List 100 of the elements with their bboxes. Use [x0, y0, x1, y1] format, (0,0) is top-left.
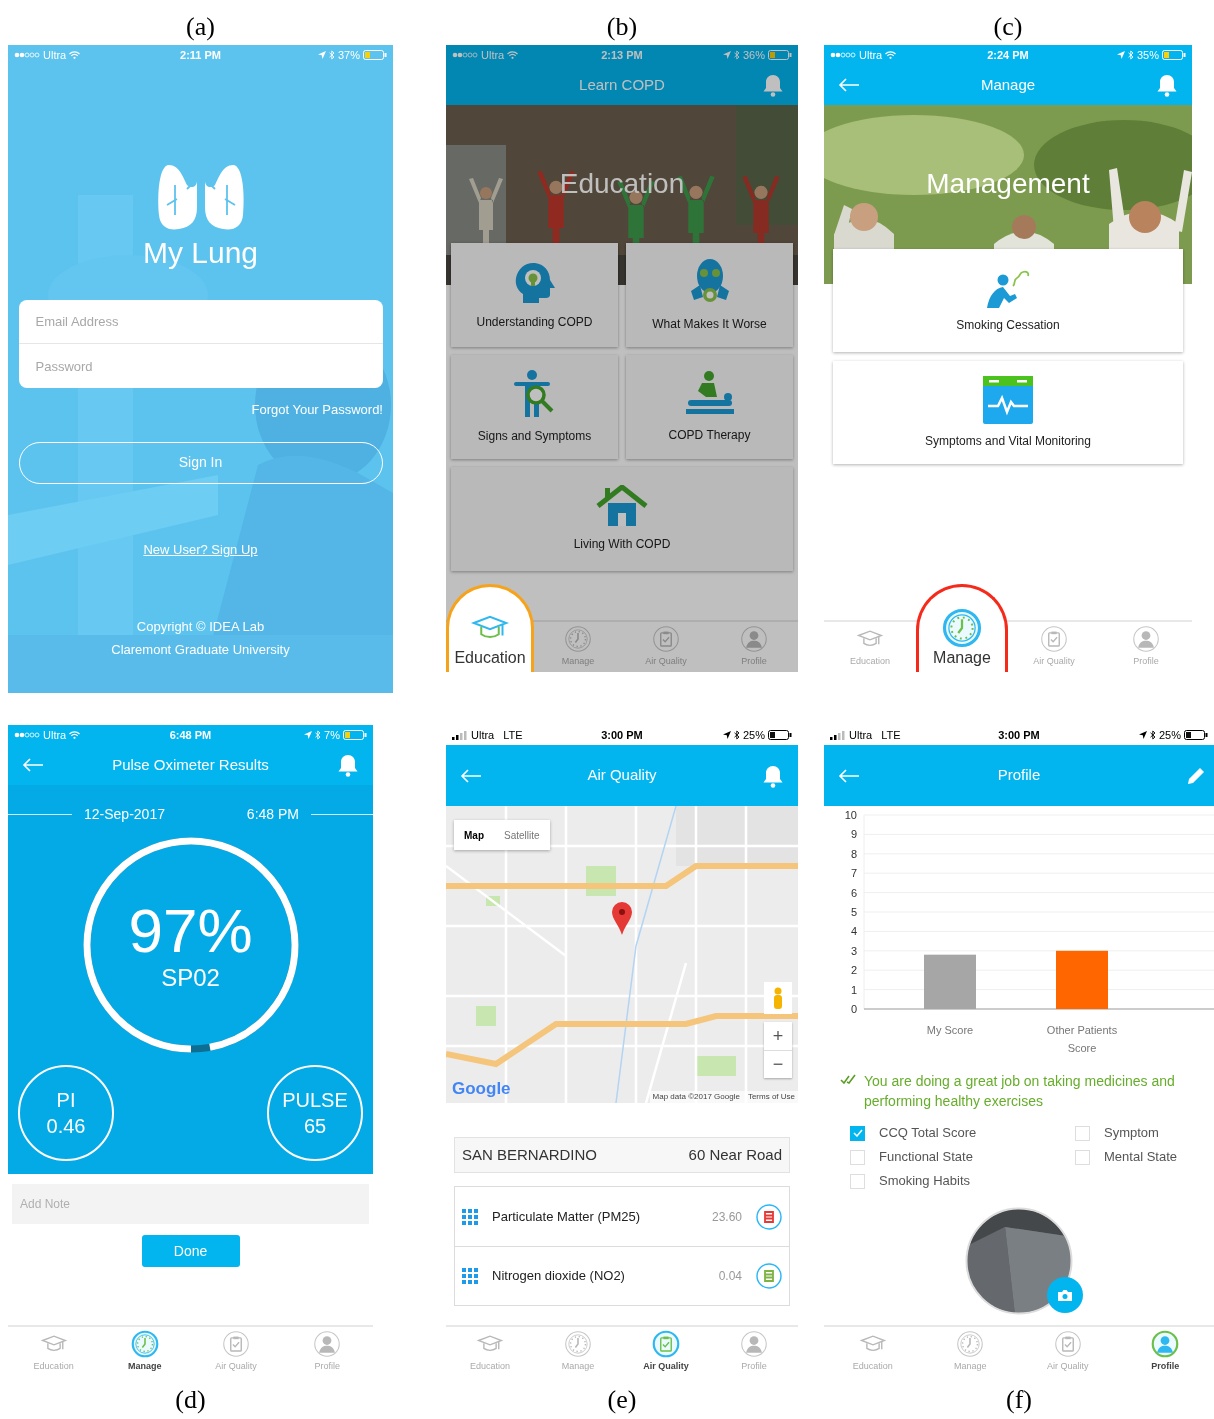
pegman-icon[interactable]: [764, 982, 792, 1014]
tab[interactable]: Air Quality: [1008, 622, 1100, 672]
gauge-label: SP02: [161, 964, 220, 992]
status-time: 2:13 PM: [601, 47, 643, 63]
figure-caption: (b): [605, 12, 639, 42]
clipboard-icon: [1040, 625, 1068, 654]
bell-icon[interactable]: [337, 753, 359, 777]
note-field[interactable]: Add Note: [12, 1184, 369, 1224]
tab[interactable]: Education: [824, 1327, 922, 1377]
clipboard-icon: [222, 1330, 251, 1359]
done-button[interactable]: Done: [141, 1235, 240, 1267]
back-icon[interactable]: [460, 768, 482, 783]
sign-up-link[interactable]: New User? Sign Up: [143, 539, 258, 559]
checkbox[interactable]: [1075, 1125, 1090, 1141]
bell-icon[interactable]: [1156, 73, 1178, 97]
battery-icon: [768, 730, 792, 740]
tick-label: 8: [850, 847, 857, 860]
screen-title: Air Quality: [587, 765, 657, 786]
carrier-name: Ultra: [859, 47, 883, 63]
tab[interactable]: Profile: [710, 622, 798, 672]
banner-title: Management: [926, 167, 1090, 201]
person-icon: [740, 1330, 768, 1359]
checkbox-label: Symptom: [1104, 1124, 1159, 1143]
pollutant-name: Particulate Matter (PM25): [492, 1207, 641, 1226]
carrier-name: Ultra: [471, 727, 495, 743]
map-toggle[interactable]: Map: [454, 820, 494, 850]
checkbox[interactable]: [1075, 1149, 1090, 1165]
screen-title: Profile: [997, 765, 1041, 786]
feature-card[interactable]: Smoking Cessation: [833, 249, 1183, 352]
tab[interactable]: Education: [446, 1327, 534, 1377]
status-icon: [756, 1263, 782, 1289]
score-bar: [924, 954, 976, 1009]
back-icon[interactable]: [22, 758, 44, 772]
status-time: 3:00 PM: [998, 727, 1040, 743]
tick-label: 9: [850, 828, 857, 841]
status-time: 6:48 PM: [169, 727, 212, 743]
topic-tile[interactable]: COPD Therapy: [626, 355, 793, 459]
person-icon: [313, 1330, 342, 1359]
battery-percent: 25%: [742, 727, 765, 743]
topic-tile[interactable]: Signs and Symptoms: [451, 355, 618, 459]
station-site: 60 Near Road: [688, 1144, 782, 1165]
checkbox-label: CCQ Total Score: [879, 1124, 977, 1143]
tab[interactable]: Education: [446, 584, 534, 672]
app-title: My Lung: [142, 235, 259, 271]
tab[interactable]: Manage: [99, 1327, 191, 1377]
screen-title: Manage: [980, 74, 1036, 95]
screen-title: Pulse Oximeter Results: [112, 754, 269, 775]
back-icon[interactable]: [838, 78, 860, 92]
bluetooth-icon: [315, 730, 322, 740]
signal-icon: [452, 52, 478, 58]
back-icon[interactable]: [838, 768, 860, 783]
clock-icon: [564, 1330, 592, 1359]
screen-title: Learn COPD: [579, 74, 665, 95]
tab[interactable]: Manage: [534, 1327, 622, 1377]
check-icon: [840, 1074, 856, 1084]
gauge-value: 97%: [128, 898, 253, 964]
reading-date: 12-Sep-2017: [84, 805, 165, 824]
bluetooth-icon: [733, 50, 740, 60]
tab[interactable]: Manage: [916, 584, 1008, 672]
input-field[interactable]: Password: [18, 344, 383, 388]
checkbox-label: Functional State: [879, 1148, 973, 1167]
battery-icon: [343, 730, 367, 740]
checkbox[interactable]: [850, 1149, 865, 1165]
map-toggle[interactable]: Satellite: [494, 820, 550, 850]
person-icon: [1132, 625, 1160, 654]
location-icon: [304, 731, 313, 739]
checkbox[interactable]: [850, 1125, 865, 1141]
signal-icon: [830, 730, 846, 740]
topic-tile[interactable]: Living With COPD: [451, 467, 793, 571]
tab[interactable]: Profile: [1116, 1327, 1214, 1377]
tab[interactable]: Profile: [1100, 622, 1192, 672]
battery-icon: [1184, 730, 1208, 740]
camera-button[interactable]: [1047, 1277, 1083, 1313]
pollutant-value: 23.60: [711, 1208, 742, 1226]
tab[interactable]: Profile: [710, 1327, 798, 1377]
topic-tile[interactable]: What Makes It Worse: [626, 243, 793, 347]
wifi-icon: [507, 51, 519, 59]
bluetooth-icon: [328, 50, 335, 60]
checkbox[interactable]: [850, 1173, 865, 1189]
tab[interactable]: Education: [824, 622, 916, 672]
bell-icon[interactable]: [762, 763, 784, 788]
bell-icon[interactable]: [762, 73, 784, 97]
tab[interactable]: Air Quality: [190, 1327, 282, 1377]
tab[interactable]: Manage: [534, 622, 622, 672]
forgot-password-link[interactable]: Forgot Your Password!: [251, 400, 383, 420]
tab[interactable]: Manage: [921, 1327, 1019, 1377]
zoom-out-button[interactable]: −: [764, 1050, 792, 1078]
tab[interactable]: Air Quality: [1019, 1327, 1117, 1377]
tick-label: 4: [850, 925, 857, 938]
tab[interactable]: Profile: [281, 1327, 373, 1377]
signal-icon: [452, 730, 468, 740]
terms-link[interactable]: Terms of Use: [747, 1091, 795, 1103]
tab[interactable]: Air Quality: [622, 1327, 710, 1377]
status-time: 3:00 PM: [601, 727, 643, 743]
figure-caption: (a): [185, 12, 216, 42]
topic-tile[interactable]: Understanding COPD: [451, 243, 618, 347]
input-field[interactable]: Email Address: [18, 300, 383, 344]
feature-card[interactable]: Symptoms and Vital Monitoring: [833, 361, 1183, 464]
zoom-in-button[interactable]: +: [764, 1022, 792, 1050]
tab[interactable]: Education: [8, 1327, 100, 1377]
